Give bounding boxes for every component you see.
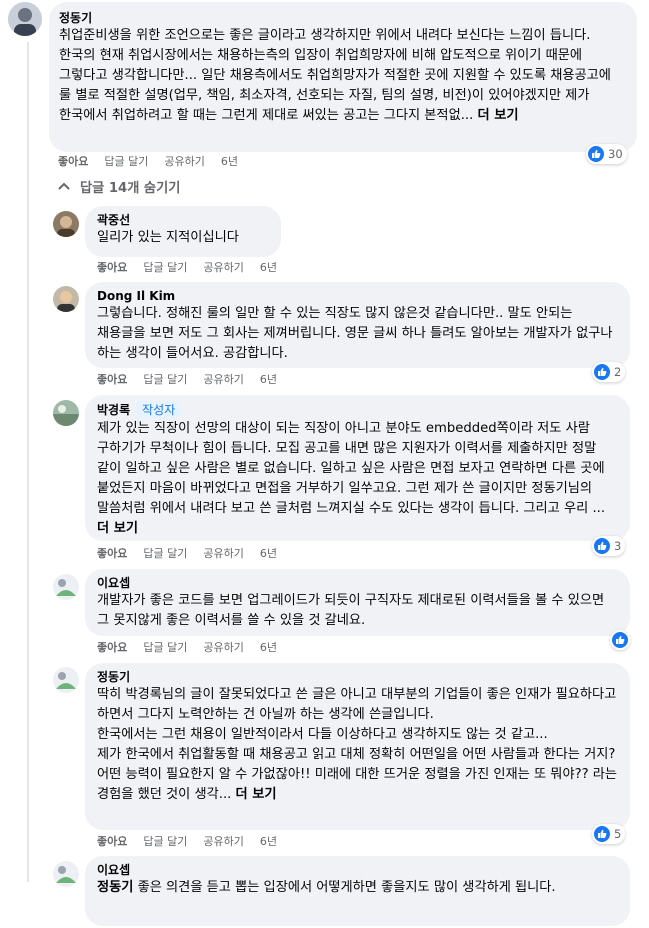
comment-actions: 좋아요 답글 달기 공유하기 6년 xyxy=(97,547,293,561)
comment-author[interactable]: 곽중선 xyxy=(97,212,269,228)
reaction-summary[interactable]: 2 xyxy=(592,362,626,382)
comment-author[interactable]: 정동기 xyxy=(97,669,618,685)
timestamp[interactable]: 6년 xyxy=(260,547,277,561)
like-button[interactable]: 좋아요 xyxy=(97,261,127,275)
reaction-count: 3 xyxy=(614,539,622,553)
avatar[interactable] xyxy=(53,400,79,426)
author-badge: 작성자 xyxy=(136,401,182,419)
share-button[interactable]: 공유하기 xyxy=(203,261,243,275)
hide-replies-button[interactable]: 답글 14개 숨기기 xyxy=(58,177,180,196)
reaction-count: 5 xyxy=(614,827,622,841)
reply-button[interactable]: 답글 달기 xyxy=(104,155,148,169)
timestamp[interactable]: 6년 xyxy=(260,373,277,387)
comment-actions: 좋아요 답글 달기 공유하기 6년 xyxy=(97,373,293,387)
comment-text: 일리가 있는 지적이십니다 xyxy=(97,230,239,245)
thumbs-up-icon xyxy=(612,632,628,648)
share-button[interactable]: 공유하기 xyxy=(164,155,204,169)
comment-text: 개발자가 좋은 코드를 보면 업그레이드가 되듯이 구직자도 제대로된 이력서들… xyxy=(97,593,605,628)
thumbs-up-icon xyxy=(594,364,610,380)
comment-text: 제가 있는 직장이 선망의 대상이 되는 직장이 아니고 분야도 embedde… xyxy=(97,421,606,536)
comment-author[interactable]: 정동기 xyxy=(59,10,627,26)
share-button[interactable]: 공유하기 xyxy=(203,373,243,387)
reply-bubble: 이요셉 정동기 좋은 의견을 듣고 뽑는 입장에서 어떻게하면 좋을지도 많이 … xyxy=(85,856,630,926)
comment-actions: 좋아요 답글 달기 공유하기 6년 xyxy=(97,835,293,849)
reply-button[interactable]: 답글 달기 xyxy=(143,373,187,387)
avatar[interactable] xyxy=(8,2,42,36)
comment-text: 딱히 박경록님의 글이 잘못되었다고 쓴 글은 아니고 대부분의 기업들이 좋은… xyxy=(97,687,618,802)
reply-bubble: 박경록 작성자 제가 있는 직장이 선망의 대상이 되는 직장이 아니고 분야도… xyxy=(85,395,630,541)
avatar-placeholder-icon xyxy=(53,400,79,426)
comment-actions: 좋아요 답글 달기 공유하기 6년 xyxy=(97,641,293,655)
avatar[interactable] xyxy=(53,574,79,600)
avatar[interactable] xyxy=(53,211,79,237)
see-more-link[interactable]: 더 보기 xyxy=(477,108,518,123)
reply-bubble: 이요셉 개발자가 좋은 코드를 보면 업그레이드가 되듯이 구직자도 제대로된 … xyxy=(85,569,630,636)
comment-actions: 좋아요 답글 달기 공유하기 6년 xyxy=(97,261,293,275)
avatar-placeholder-icon xyxy=(53,574,79,600)
comment-text: 그렇습니다. 정해진 룰의 일만 할 수 있는 직장도 많지 않은것 같습니다만… xyxy=(97,306,613,361)
timestamp[interactable]: 6년 xyxy=(260,261,277,275)
like-button[interactable]: 좋아요 xyxy=(97,835,127,849)
comment-author[interactable]: 이요셉 xyxy=(97,862,618,878)
comment-actions: 좋아요 답글 달기 공유하기 6년 xyxy=(58,155,254,169)
avatar-placeholder-icon xyxy=(53,861,79,887)
reaction-count: 2 xyxy=(614,365,622,379)
reaction-summary[interactable]: 3 xyxy=(592,536,626,556)
reply-bubble: 정동기 딱히 박경록님의 글이 잘못되었다고 쓴 글은 아니고 대부분의 기업들… xyxy=(85,663,630,830)
timestamp[interactable]: 6년 xyxy=(260,641,277,655)
reaction-summary[interactable]: 30 xyxy=(586,144,627,164)
timestamp[interactable]: 6년 xyxy=(260,835,277,849)
timestamp[interactable]: 6년 xyxy=(221,155,238,169)
reply-button[interactable]: 답글 달기 xyxy=(143,835,187,849)
reply-button[interactable]: 답글 달기 xyxy=(143,547,187,561)
thread-line xyxy=(27,42,29,882)
share-button[interactable]: 공유하기 xyxy=(203,641,243,655)
reply-bubble: Dong Il Kim 그렇습니다. 정해진 룰의 일만 할 수 있는 직장도 … xyxy=(85,282,630,368)
like-button[interactable]: 좋아요 xyxy=(97,373,127,387)
avatar[interactable] xyxy=(53,861,79,887)
see-more-link[interactable]: 더 보기 xyxy=(97,521,138,536)
like-button[interactable]: 좋아요 xyxy=(97,547,127,561)
avatar[interactable] xyxy=(53,286,79,312)
avatar-placeholder-icon xyxy=(53,286,79,312)
mention-link[interactable]: 정동기 xyxy=(97,880,133,895)
avatar-placeholder-icon xyxy=(53,667,79,693)
reply-bubble: 곽중선 일리가 있는 지적이십니다 xyxy=(85,206,281,257)
like-button[interactable]: 좋아요 xyxy=(97,641,127,655)
comment-author[interactable]: 박경록 xyxy=(97,402,130,418)
thumbs-up-icon xyxy=(594,826,610,842)
reaction-count: 30 xyxy=(608,147,623,161)
chevron-up-icon xyxy=(58,179,70,194)
reaction-summary[interactable]: 5 xyxy=(592,824,626,844)
thumbs-up-icon xyxy=(594,538,610,554)
thumbs-up-icon xyxy=(588,146,604,162)
comment-text: 정동기 좋은 의견을 듣고 뽑는 입장에서 어떻게하면 좋을지도 많이 생각하게… xyxy=(97,880,556,895)
comment-author[interactable]: Dong Il Kim xyxy=(97,288,618,304)
comment-author[interactable]: 이요셉 xyxy=(97,575,618,591)
share-button[interactable]: 공유하기 xyxy=(203,835,243,849)
see-more-link[interactable]: 더 보기 xyxy=(236,787,277,802)
reaction-icon-only[interactable] xyxy=(610,630,630,650)
main-comment-bubble: 정동기 취업준비생을 위한 조언으로는 좋은 글이라고 생각하지만 위에서 내려… xyxy=(49,2,637,152)
reply-button[interactable]: 답글 달기 xyxy=(143,641,187,655)
avatar-placeholder-icon xyxy=(53,211,79,237)
avatar[interactable] xyxy=(53,667,79,693)
share-button[interactable]: 공유하기 xyxy=(203,547,243,561)
comment-text: 취업준비생을 위한 조언으로는 좋은 글이라고 생각하지만 위에서 내려다 보신… xyxy=(59,28,611,123)
avatar-placeholder-icon xyxy=(8,2,42,36)
like-button[interactable]: 좋아요 xyxy=(58,155,88,169)
reply-button[interactable]: 답글 달기 xyxy=(143,261,187,275)
